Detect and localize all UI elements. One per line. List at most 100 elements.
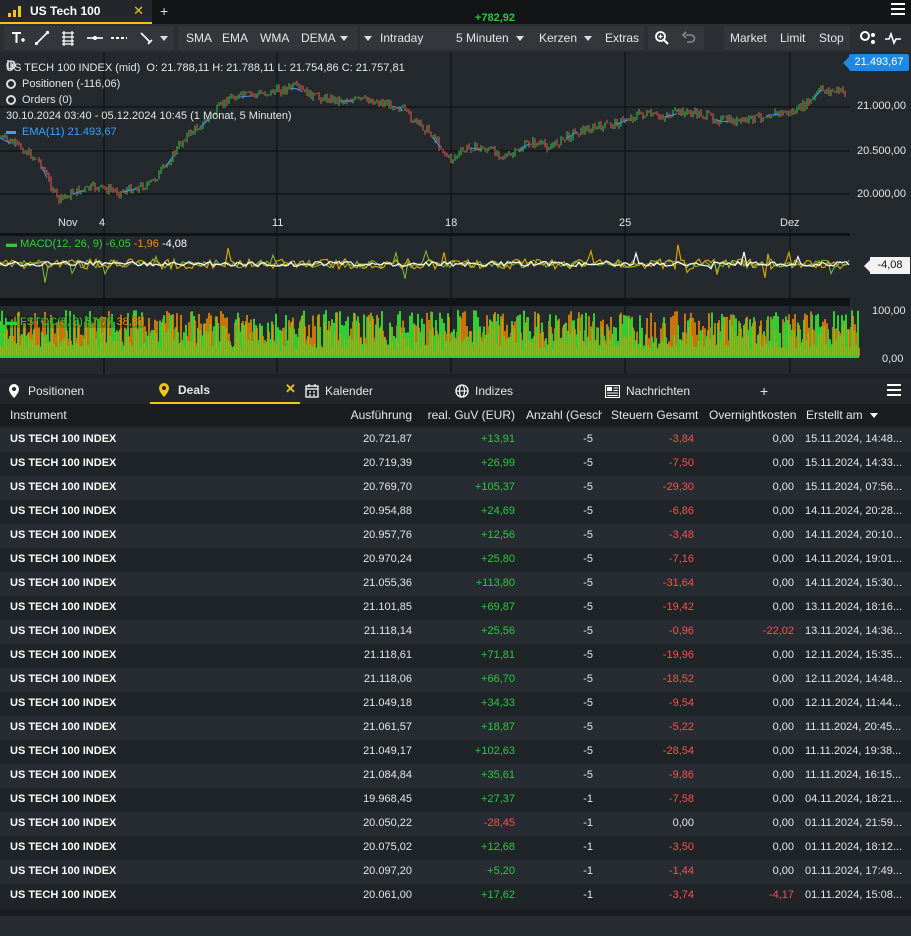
cell-erstellt: 14.11.2024, 20:10... bbox=[805, 529, 903, 541]
wma-button[interactable]: WMA bbox=[260, 24, 289, 52]
table-row[interactable]: US TECH 100 INDEX 21.101,85 +69,87 -5 -19,42… bbox=[0, 596, 911, 620]
cell-anzahl: -5 bbox=[583, 673, 593, 685]
indicator-dropdown-icon[interactable] bbox=[338, 24, 348, 52]
table-row[interactable]: US TECH 100 INDEX 21.049,17 +102,63 -5 -28,5… bbox=[0, 740, 911, 764]
table-row[interactable]: US TECH 100 INDEX 21.061,57 +18,87 -5 -5,22 0… bbox=[0, 716, 911, 740]
col-erstellt-label: Erstellt am bbox=[806, 408, 863, 422]
sma-button[interactable]: SMA bbox=[186, 24, 212, 52]
cell-steuern: -1,44 bbox=[668, 865, 694, 877]
cell-guv: +26,99 bbox=[481, 457, 515, 469]
tools-dropdown-icon[interactable] bbox=[158, 24, 168, 52]
orders-radio-icon[interactable] bbox=[6, 95, 16, 105]
table-row[interactable]: US TECH 100 INDEX 20.097,20 +5,20 -1 -1,44 0,… bbox=[0, 860, 911, 884]
panel-menu-icon[interactable] bbox=[887, 384, 901, 399]
cell-erstellt: 01.11.2024, 18:12... bbox=[805, 841, 903, 853]
table-row[interactable]: US TECH 100 INDEX 20.769,70 +105,37 -5 -29,3… bbox=[0, 476, 911, 500]
close-deals-tab-icon[interactable]: ✕ bbox=[285, 381, 296, 397]
cell-anzahl: -5 bbox=[583, 601, 593, 613]
cell-ausfuehrung: 19.968,45 bbox=[363, 793, 412, 805]
cell-steuern: -9,86 bbox=[668, 769, 694, 781]
table-row[interactable]: US TECH 100 INDEX 20.721,87 +13,91 -5 -3,84 0… bbox=[0, 428, 911, 452]
cell-guv: +113,80 bbox=[475, 577, 515, 589]
positions-radio-icon[interactable] bbox=[6, 79, 16, 89]
chart-type-dropdown[interactable]: Kerzen bbox=[539, 24, 593, 52]
calendar-icon bbox=[305, 384, 319, 398]
tab-us-tech-100[interactable]: US Tech 100 ✕ bbox=[0, 0, 152, 24]
col-steuern[interactable]: Steuern Gesamt bbox=[611, 408, 698, 422]
table-row[interactable]: US TECH 100 INDEX 20.050,22 -28,45 -1 0,00 0,… bbox=[0, 812, 911, 836]
cell-instrument: US TECH 100 INDEX bbox=[10, 601, 117, 613]
fstoc-legend: ▬ FSTOC(5, 3) 57,77 38,88 bbox=[6, 316, 145, 328]
dema-button[interactable]: DEMA bbox=[301, 24, 336, 52]
stop-order-button[interactable]: Stop bbox=[819, 24, 844, 52]
zoom-icon[interactable] bbox=[654, 24, 670, 52]
table-row[interactable]: US TECH 100 INDEX 21.055,36 +113,80 -5 -31,6… bbox=[0, 572, 911, 596]
cell-steuern: -6,86 bbox=[668, 505, 694, 517]
brush-tool-icon[interactable] bbox=[138, 24, 154, 52]
table-row[interactable]: US TECH 100 INDEX 21.118,06 +66,70 -5 -18,52… bbox=[0, 668, 911, 692]
horizontal-line-tool-icon[interactable] bbox=[86, 24, 104, 52]
tab-indizes[interactable]: Indizes bbox=[455, 378, 513, 404]
ema-button[interactable]: EMA bbox=[222, 24, 248, 52]
tab-nachrichten[interactable]: Nachrichten bbox=[605, 378, 690, 404]
cell-steuern: -31,64 bbox=[662, 577, 694, 589]
fibonacci-tool-icon[interactable] bbox=[60, 24, 76, 52]
cell-overnight: 0,00 bbox=[772, 553, 794, 565]
table-row[interactable]: US TECH 100 INDEX 20.957,76 +12,56 -5 -3,48 0… bbox=[0, 524, 911, 548]
cell-overnight: 0,00 bbox=[772, 697, 794, 709]
col-ausfuehrung[interactable]: Ausführung bbox=[351, 408, 412, 422]
col-instrument[interactable]: Instrument bbox=[10, 408, 67, 422]
add-panel-tab-button[interactable]: + bbox=[760, 378, 768, 404]
cell-overnight: 0,00 bbox=[772, 745, 794, 757]
table-row[interactable]: US TECH 100 INDEX 20.954,88 +24,69 -5 -6,86 0… bbox=[0, 500, 911, 524]
market-order-button[interactable]: Market bbox=[730, 24, 767, 52]
table-row[interactable]: US TECH 100 INDEX 20.075,02 +12,68 -1 -3,50 0… bbox=[0, 836, 911, 860]
settings-toggle-icon[interactable] bbox=[860, 24, 878, 52]
cell-erstellt: 14.11.2024, 15:30... bbox=[805, 577, 903, 589]
ohlc-values: O: 21.788,11 H: 21.788,11 L: 21.754,86 C… bbox=[146, 62, 405, 74]
cell-overnight: -4,17 bbox=[768, 889, 794, 901]
cell-instrument: US TECH 100 INDEX bbox=[10, 745, 117, 757]
cell-anzahl: -5 bbox=[583, 457, 593, 469]
price-chart[interactable]: US TECH 100 INDEX (mid) O: 21.788,11 H: … bbox=[0, 52, 911, 374]
tab-indizes-label: Indizes bbox=[475, 384, 514, 398]
table-row[interactable]: US TECH 100 INDEX 20.970,24 +25,80 -5 -7,16 0… bbox=[0, 548, 911, 572]
close-tab-icon[interactable]: ✕ bbox=[133, 3, 144, 19]
col-erstellt[interactable]: Erstellt am bbox=[806, 408, 879, 422]
tab-deals[interactable]: Deals ✕ bbox=[150, 378, 300, 404]
limit-order-button[interactable]: Limit bbox=[780, 24, 805, 52]
text-tool-icon[interactable] bbox=[10, 24, 26, 52]
pulse-icon[interactable] bbox=[884, 24, 902, 52]
table-row[interactable]: US TECH 100 INDEX 21.049,18 +34,33 -5 -9,54 0… bbox=[0, 692, 911, 716]
interval-dropdown[interactable]: 5 Minuten bbox=[456, 24, 524, 52]
cell-instrument: US TECH 100 INDEX bbox=[10, 457, 117, 469]
cell-guv: +69,87 bbox=[481, 601, 515, 613]
table-row[interactable]: US TECH 100 INDEX 19.968,45 +27,37 -1 -7,58 0… bbox=[0, 788, 911, 812]
undo-icon[interactable] bbox=[682, 24, 696, 52]
table-row[interactable]: US TECH 100 INDEX 21.118,61 +71,81 -5 -19,96… bbox=[0, 644, 911, 668]
dotted-line-tool-icon[interactable] bbox=[110, 24, 128, 52]
clock-icon bbox=[6, 60, 16, 70]
col-guv[interactable]: real. GuV (EUR) bbox=[428, 408, 515, 422]
main-menu-icon[interactable] bbox=[891, 3, 905, 17]
table-row[interactable]: US TECH 100 INDEX 21.118,14 +25,56 -5 -0,96 -… bbox=[0, 620, 911, 644]
extras-button[interactable]: Extras bbox=[605, 24, 639, 52]
cell-guv: -28,45 bbox=[483, 817, 515, 829]
table-row[interactable]: US TECH 100 INDEX 20.719,39 +26,99 -5 -7,50 0… bbox=[0, 452, 911, 476]
cell-ausfuehrung: 20.719,39 bbox=[363, 457, 412, 469]
table-row[interactable]: US TECH 100 INDEX 20.061,00 +17,62 -1 -3,74 -… bbox=[0, 884, 911, 908]
trendline-tool-icon[interactable] bbox=[34, 24, 50, 52]
tab-kalender[interactable]: Kalender bbox=[305, 378, 373, 404]
tab-positionen[interactable]: Positionen bbox=[8, 378, 84, 404]
col-anzahl[interactable]: Anzahl (Geschl bbox=[526, 408, 602, 422]
add-tab-button[interactable]: + bbox=[160, 3, 168, 19]
col-overnight[interactable]: Overnightkosten bbox=[709, 408, 796, 422]
x-label-4: 4 bbox=[99, 217, 106, 229]
cell-overnight: 0,00 bbox=[772, 433, 794, 445]
macd-value-2: -1,96 bbox=[133, 238, 159, 250]
interval-type-dropdown[interactable]: Intraday bbox=[364, 24, 423, 52]
y-label-20000: 20.000,00 bbox=[857, 188, 906, 200]
table-row[interactable]: US TECH 100 INDEX 21.084,84 +35,61 -5 -9,86 0… bbox=[0, 764, 911, 788]
panel-tabbar: Positionen Deals ✕ Kalender Indizes Nach… bbox=[0, 378, 911, 404]
cell-erstellt: 11.11.2024, 20:45... bbox=[805, 721, 902, 733]
